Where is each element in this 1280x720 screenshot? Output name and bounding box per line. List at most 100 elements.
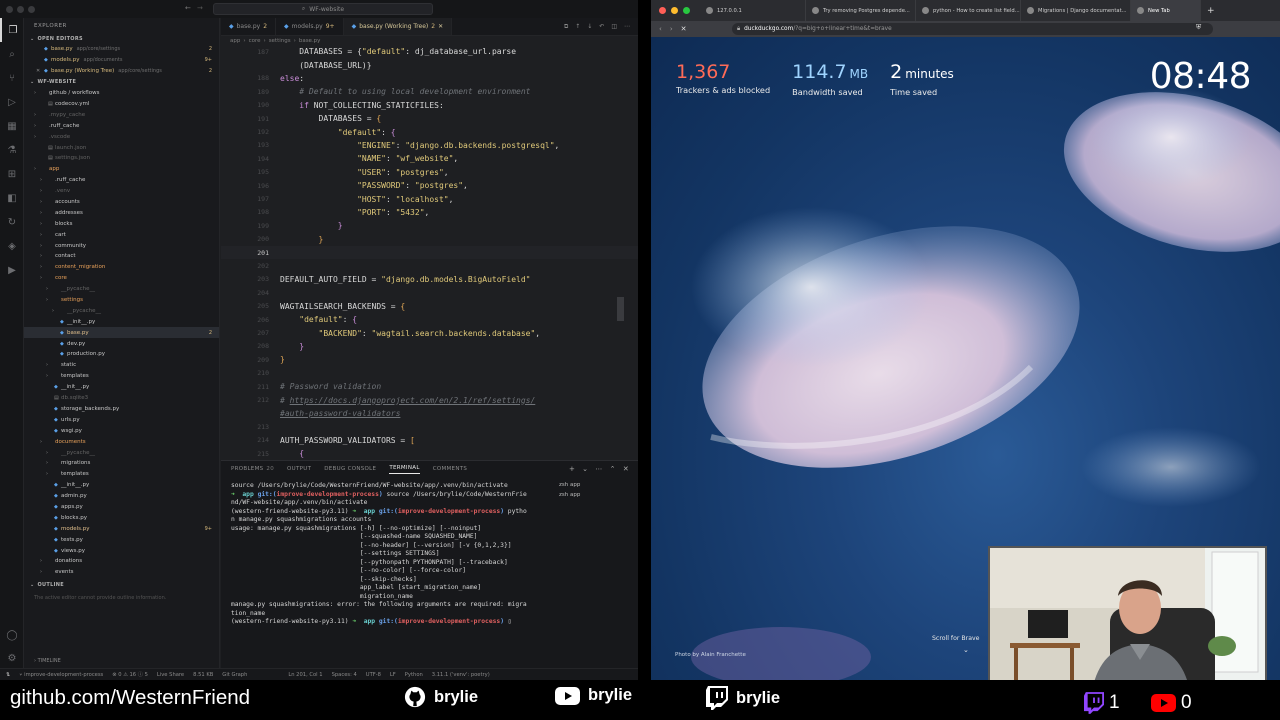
code-line[interactable]: 202 [221,259,638,272]
window-controls[interactable] [6,5,35,13]
close-icon[interactable]: ✕ [623,465,629,473]
code-line[interactable]: #auth-password-validators [221,407,638,420]
code-line[interactable]: 215 { [221,447,638,460]
tab-3[interactable]: ◆ base.py (Working Tree) 2 ✕ [343,18,453,35]
folder-item[interactable]: › .venv [24,186,219,197]
encoding[interactable]: UTF-8 [366,672,381,678]
forward-icon[interactable]: › [670,25,673,33]
file-item[interactable]: ◆ blocks.py [24,512,219,523]
code-line[interactable]: 213 [221,420,638,433]
open-file-icon[interactable]: ⧉ [564,23,568,31]
twitch-handle[interactable]: brylie [706,686,780,710]
maximize-window-icon[interactable] [683,7,690,14]
youtube-handle[interactable]: brylie [555,686,632,705]
file-item[interactable]: ▤ settings.json [24,153,219,164]
source-control-icon[interactable]: ⑂ [0,66,24,90]
file-item[interactable]: ▤ db.sqlite3 [24,393,219,404]
folder-item[interactable]: › events [24,567,219,578]
folder-item[interactable]: › core [24,273,219,284]
folder-item[interactable]: › .ruff_cache [24,175,219,186]
file-item[interactable]: ◆ models.py 9+ [24,523,219,534]
ellipsis-icon[interactable]: ⋯ [595,465,602,473]
arrow-up-icon[interactable]: ↑ [575,23,580,30]
run-icon[interactable]: ▶ [0,258,24,282]
command-center[interactable]: ⌕ WF-website [213,3,433,15]
live-share-status[interactable]: Live Share [157,672,184,678]
file-item[interactable]: ◆ tests.py [24,534,219,545]
arrow-down-icon[interactable]: ↓ [587,23,592,30]
project-header[interactable]: ⌄ WF-WEBSITE [24,77,219,88]
file-item[interactable]: ◆ storage_backends.py [24,404,219,415]
browser-tab[interactable]: python - How to create list field... [916,0,1021,21]
git-branch[interactable]: ⑂ improve-development-process [19,672,103,678]
code-line[interactable]: 199 } [221,219,638,232]
split-editor-icon[interactable]: ◫ [611,23,617,30]
file-item[interactable]: ◆ __init__.py [24,480,219,491]
timeline-header[interactable]: › TIMELINE [24,658,61,664]
remote-icon[interactable]: ⊞ [0,162,24,186]
code-line[interactable]: 194 "NAME": "wf_website", [221,152,638,165]
indentation[interactable]: Spaces: 4 [332,672,357,678]
tab-output[interactable]: OUTPUT [287,466,311,472]
chevron-down-icon[interactable]: ⌄ [963,646,969,654]
browser-tab[interactable]: Migrations | Django documentat... [1021,0,1131,21]
folder-item[interactable]: › donations [24,556,219,567]
code-line[interactable]: 193 "ENGINE": "django.db.backends.postgr… [221,139,638,152]
terminal-output[interactable]: source /Users/brylie/Code/WesternFriend/… [231,482,551,627]
code-line[interactable]: 190 if NOT_COLLECTING_STATICFILES: [221,99,638,112]
nav-forward-icon[interactable]: → [197,4,203,12]
folder-item[interactable]: › static [24,360,219,371]
tab-comments[interactable]: COMMENTS [433,466,468,472]
folder-item[interactable]: › __pycache__ [24,447,219,458]
folder-item[interactable]: › documents [24,436,219,447]
file-item[interactable]: ▤ codecov.yml [24,99,219,110]
github-url[interactable]: github.com/WesternFriend [10,686,250,710]
gear-icon[interactable]: ⚙ [0,646,24,670]
open-editor-item[interactable]: ◆ base.py app/core/settings 2 [24,44,219,55]
file-item[interactable]: ◆ apps.py [24,502,219,513]
folder-item[interactable]: › app [24,164,219,175]
chevron-down-icon[interactable]: ⌄ [582,465,588,473]
explorer-icon[interactable]: ❐ [0,18,24,42]
editor-scrollbar[interactable] [617,297,624,321]
revert-icon[interactable]: ↶ [599,23,604,30]
code-line[interactable]: 204 [221,286,638,299]
folder-item[interactable]: › .vscode [24,131,219,142]
brave-shields-icon[interactable]: ⛨ [1196,23,1201,32]
minimize-window-icon[interactable] [671,7,678,14]
address-bar[interactable]: 🔒︎ duckduckgo.com/?q=big+o+linear+time&t… [732,23,1213,35]
live-share-icon[interactable]: ↻ [0,210,24,234]
add-terminal-icon[interactable]: + [569,465,575,473]
photo-credit[interactable]: Photo by Alain Franchette [675,652,746,658]
scroll-for-brave-news[interactable]: Scroll for Brave [932,635,979,642]
file-item[interactable]: ◆ urls.py [24,414,219,425]
tab-2[interactable]: ◆ models.py 9+ [276,18,344,35]
language-mode[interactable]: Python [405,672,423,678]
folder-item[interactable]: › community [24,240,219,251]
folder-item[interactable]: › templates [24,371,219,382]
open-editors-header[interactable]: ⌄ OPEN EDITORS [24,33,219,44]
file-item[interactable]: ◆ wsgi.py [24,425,219,436]
stop-loading-icon[interactable]: ✕ [681,25,687,33]
file-item[interactable]: ◆ __init__.py [24,316,219,327]
folder-item[interactable]: › content_migration [24,262,219,273]
folder-item[interactable]: › accounts [24,197,219,208]
file-item[interactable]: ◆ dev.py [24,338,219,349]
file-item[interactable]: ◆ production.py [24,349,219,360]
folder-item[interactable]: › settings [24,295,219,306]
breadcrumb-item[interactable]: app [230,38,240,44]
close-icon[interactable]: ✕ [438,23,443,30]
remote-indicator-icon[interactable]: ⇅ [6,672,10,678]
folder-item[interactable]: › __pycache__ [24,305,219,316]
folder-item[interactable]: › .mypy_cache [24,109,219,120]
account-icon[interactable]: ◯ [0,623,24,647]
file-item[interactable]: ◆ admin.py [24,491,219,502]
search-icon[interactable]: ⌕ [0,42,24,66]
code-line[interactable]: 197 "HOST": "localhost", [221,192,638,205]
folder-item[interactable]: › .ruff_cache [24,120,219,131]
code-line[interactable]: 192 "default": { [221,125,638,138]
tab-problems[interactable]: PROBLEMS 20 [231,466,274,472]
code-line[interactable]: 189 # Default to using local development… [221,85,638,98]
code-line[interactable]: 211 # Password validation [221,380,638,393]
code-line[interactable]: 207 "BACKEND": "wagtail.search.backends.… [221,326,638,339]
